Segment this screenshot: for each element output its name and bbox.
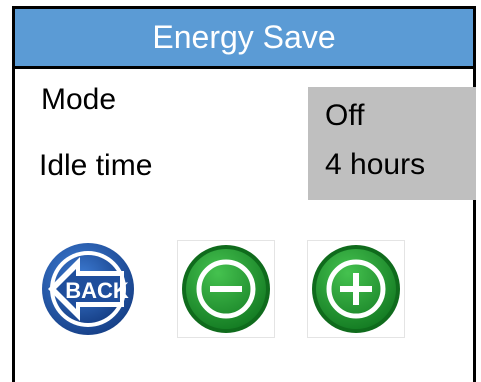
energy-save-screen: Energy Save Mode Idle time Off 4 hours B… xyxy=(12,6,476,382)
back-arrow-icon: BACK xyxy=(42,243,134,335)
mode-value[interactable]: Off xyxy=(325,99,364,133)
value-panel: Off 4 hours xyxy=(308,87,476,200)
increase-button[interactable] xyxy=(308,241,404,337)
back-button[interactable]: BACK xyxy=(40,241,136,337)
plus-icon xyxy=(312,245,400,333)
minus-icon xyxy=(182,245,270,333)
mode-label: Mode xyxy=(41,83,117,116)
title-bar: Energy Save xyxy=(15,9,473,69)
idle-time-value[interactable]: 4 hours xyxy=(325,148,425,182)
page-title: Energy Save xyxy=(152,19,336,55)
back-button-label: BACK xyxy=(65,278,129,303)
decrease-button[interactable] xyxy=(178,241,274,337)
idle-time-label: Idle time xyxy=(39,149,153,182)
